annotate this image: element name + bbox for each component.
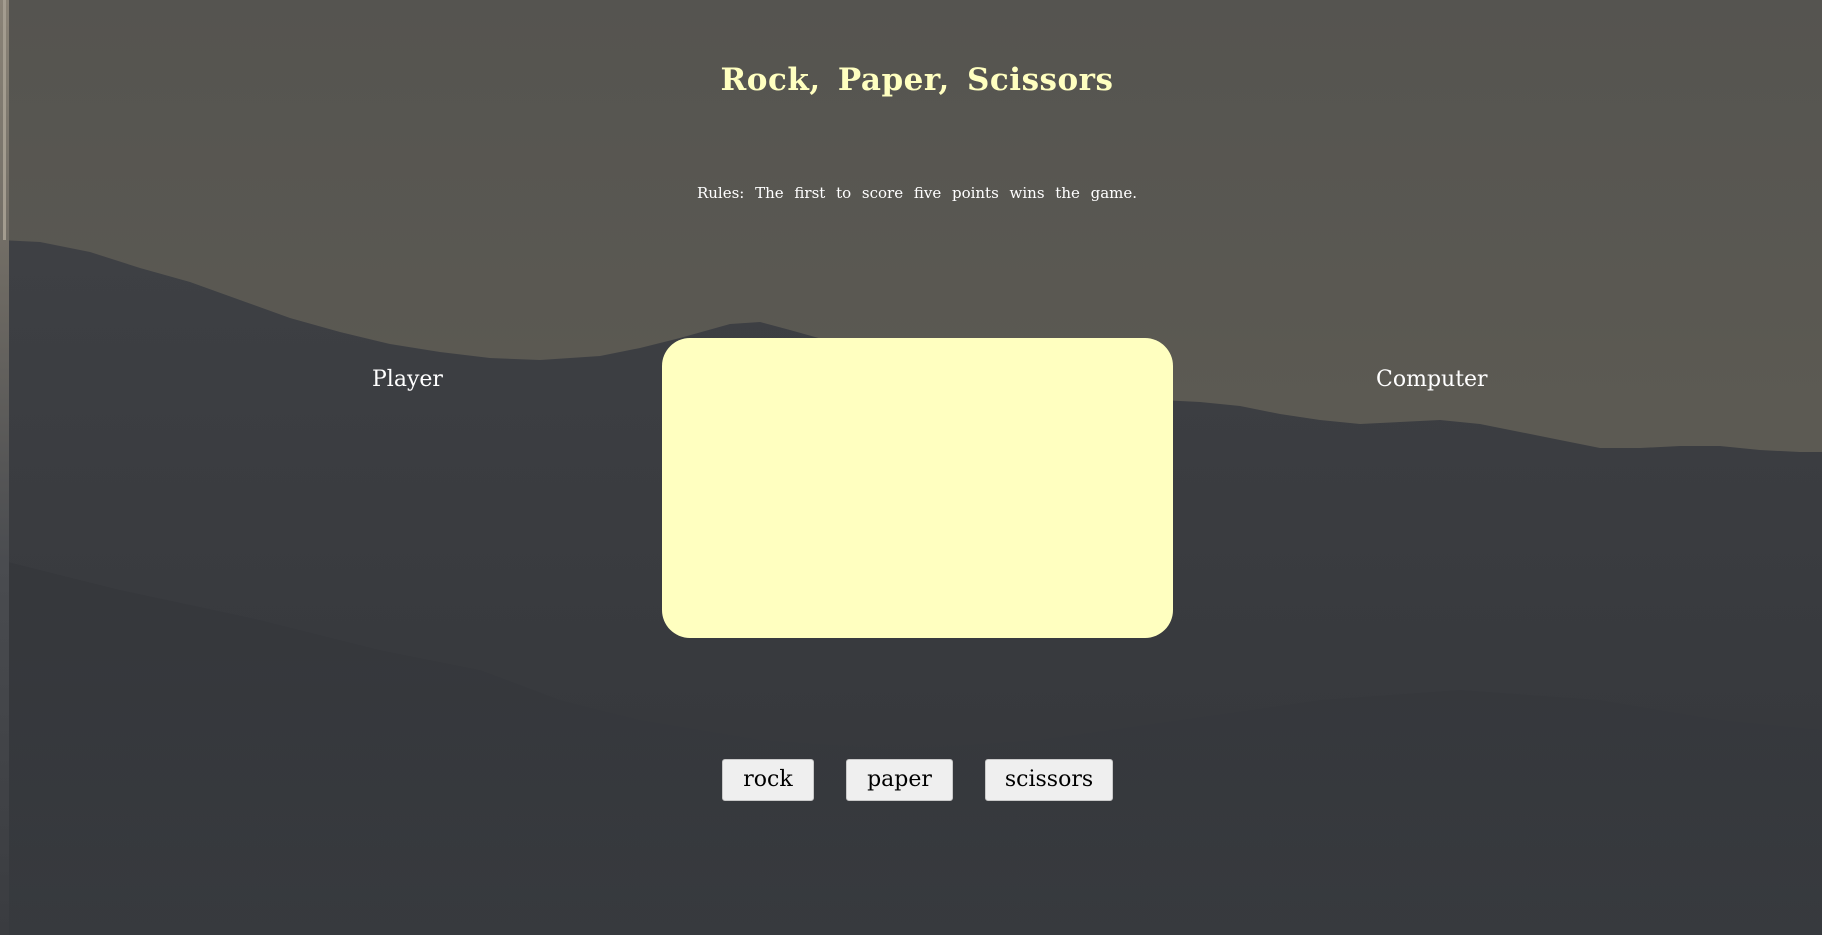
window-edge	[0, 0, 9, 935]
computer-label: Computer	[1376, 367, 1488, 392]
player-label: Player	[372, 367, 443, 392]
result-board	[662, 338, 1173, 638]
game-title: Rock, Paper, Scissors	[720, 62, 1114, 98]
rules-text: Rules: The first to score five points wi…	[696, 184, 1138, 202]
scissors-button[interactable]: scissors	[985, 759, 1113, 801]
paper-button[interactable]: paper	[846, 759, 953, 801]
rock-button[interactable]: rock	[722, 759, 814, 801]
